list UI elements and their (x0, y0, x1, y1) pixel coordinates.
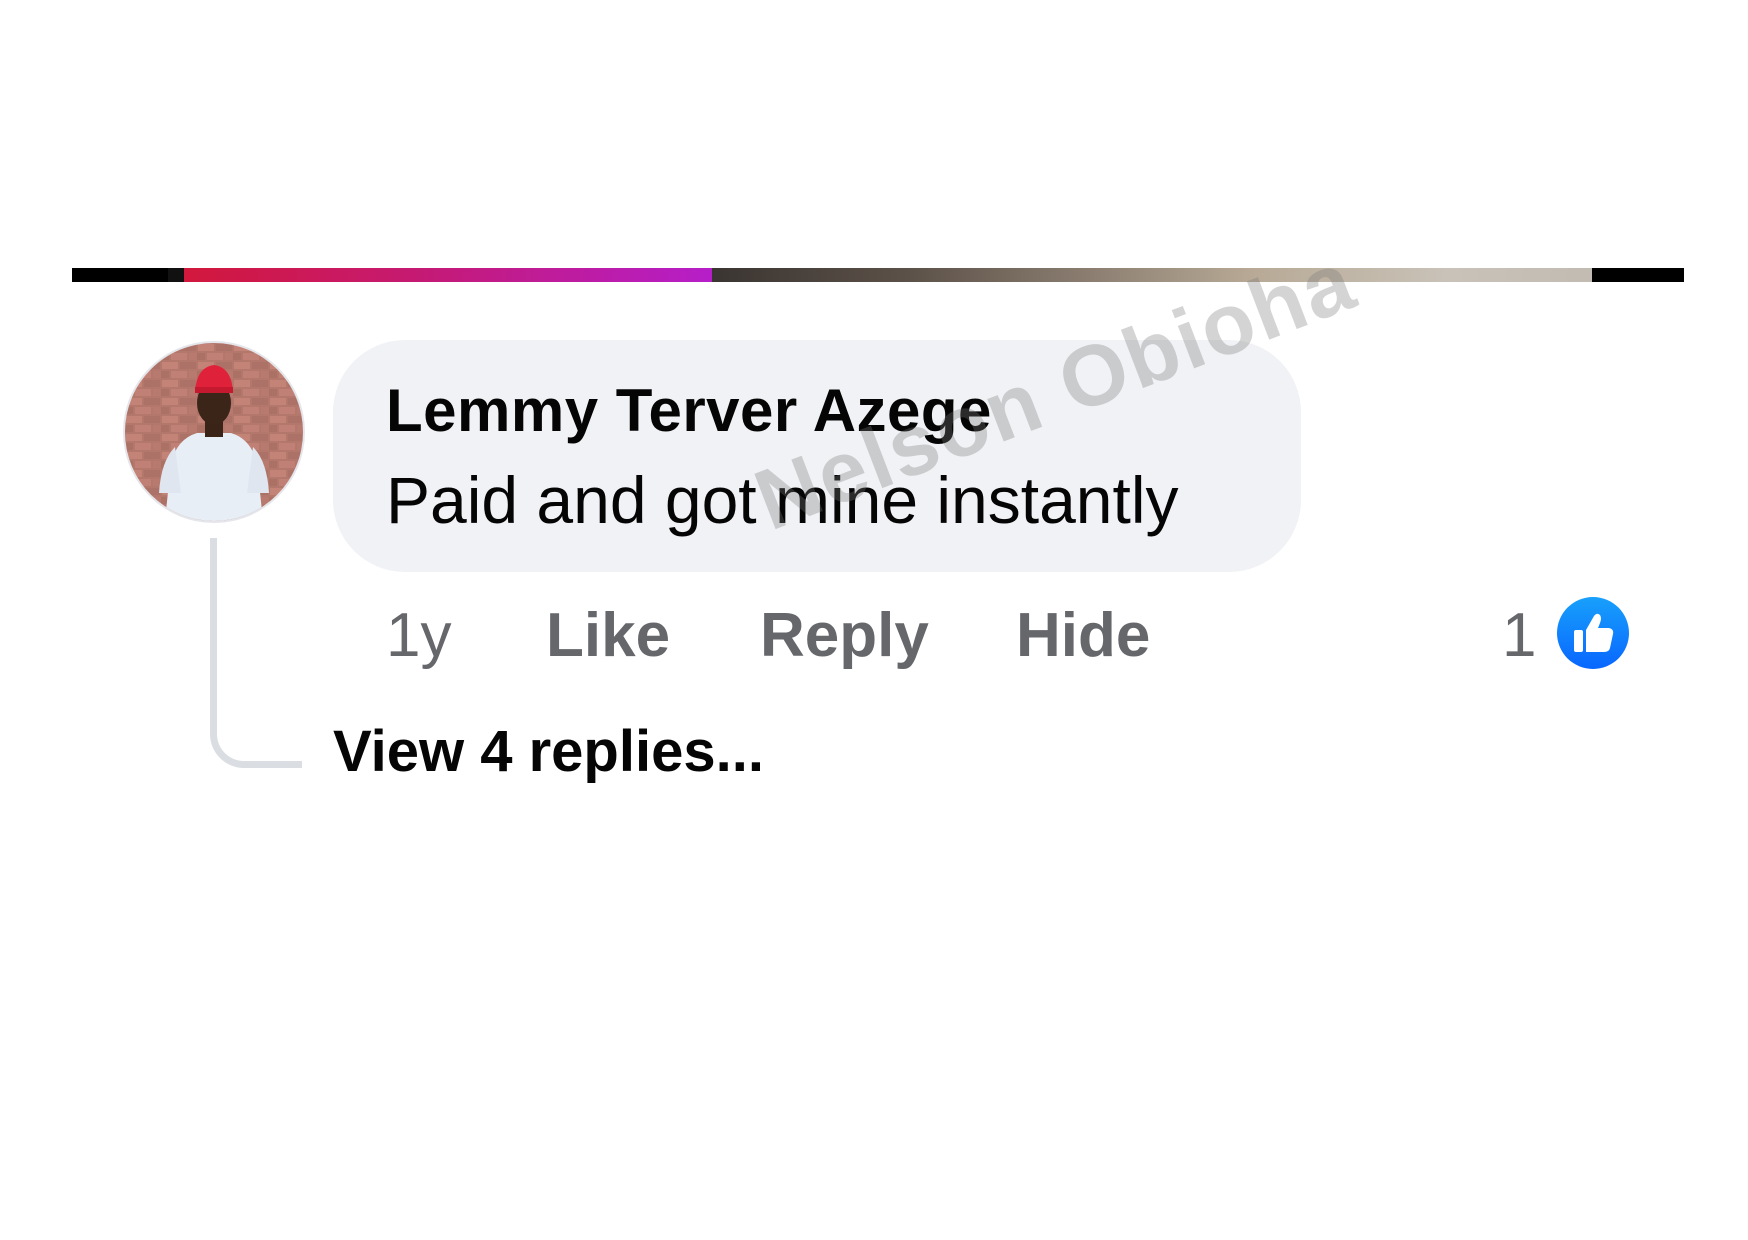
media-strip-segment (712, 268, 1684, 282)
comment-text: Paid and got mine instantly (386, 463, 1179, 537)
view-replies-link[interactable]: View 4 replies... (333, 718, 764, 785)
post-media-strip[interactable] (72, 268, 1684, 282)
profile-photo-icon (125, 343, 303, 521)
comment-timestamp[interactable]: 1y (386, 600, 451, 671)
thumbs-up-icon[interactable] (1557, 597, 1629, 669)
avatar[interactable] (125, 343, 303, 521)
comment-author[interactable]: Lemmy Terver Azege (386, 376, 992, 445)
media-strip-segment (184, 268, 712, 282)
like-button[interactable]: Like (546, 600, 670, 671)
media-strip-segment (72, 268, 168, 282)
reply-button[interactable]: Reply (760, 600, 929, 671)
thread-connector (210, 538, 302, 768)
reaction-count[interactable]: 1 (1502, 600, 1536, 671)
hide-button[interactable]: Hide (1016, 600, 1150, 671)
media-strip-segment (1592, 268, 1684, 282)
